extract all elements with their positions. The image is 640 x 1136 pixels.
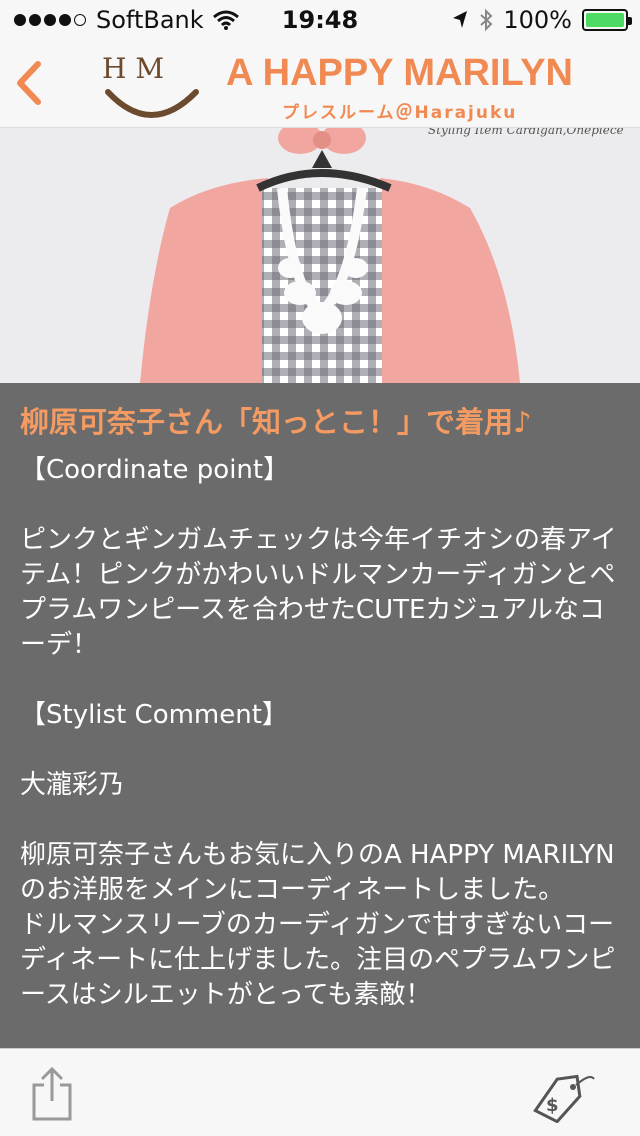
stylist-text-2: ドルマンスリーブのカーディガンで甘すぎないコーディネートに仕上げました。注目のペ… (20, 910, 616, 1010)
coordinate-text: ピンクとギンガムチェックは今年イチオシの春アイテム！ピンクがかわいいドルマンカー… (20, 525, 617, 660)
logo: H M (102, 52, 199, 118)
photo-caption: Styling Item Cardigan,Onepiece (428, 128, 624, 137)
svg-text:$: $ (546, 1095, 559, 1116)
status-bar: SoftBank 19:48 100% (0, 0, 640, 40)
stylist-text-1: 柳原可奈子さんもお気に入りのA HAPPY MARILYNのお洋服をメインにコー… (20, 840, 615, 905)
battery-fill (586, 13, 624, 27)
stylist-name: 大瀧彩乃 (20, 770, 125, 800)
chevron-left-icon[interactable] (14, 60, 44, 106)
detail-body: 【Coordinate point】 ピンクとギンガムチェックは今年イチオシの春… (20, 453, 626, 1013)
battery-percent: 100% (503, 6, 572, 34)
detail-headline: 柳原可奈子さん「知っとこ！」で着用♪ (20, 405, 532, 439)
location-arrow-icon (453, 11, 468, 28)
detail-content: 柳原可奈子さん「知っとこ！」で着用♪ 【Coordinate point】 ピン… (0, 383, 640, 1048)
brand-title: A HAPPY MARILYN (226, 52, 573, 94)
share-icon[interactable] (30, 1065, 74, 1121)
coordinate-heading: 【Coordinate point】 (20, 455, 290, 485)
bluetooth-icon (480, 8, 493, 32)
battery-icon (582, 9, 632, 31)
stylist-heading: 【Stylist Comment】 (20, 700, 288, 730)
price-tag-icon[interactable]: $ (530, 1069, 598, 1123)
nav-header: H M A HAPPY MARILYN プレスルーム＠Harajuku (0, 40, 640, 128)
status-right: 100% (451, 6, 632, 34)
outfit-image: Styling Item Cardigan,Onepiece (0, 128, 640, 383)
brand-subtitle: プレスルーム＠Harajuku (282, 103, 518, 123)
product-photo: Styling Item Cardigan,Onepiece (0, 128, 640, 383)
logo-letters: H M (102, 52, 164, 85)
bottom-toolbar: $ (0, 1048, 640, 1136)
